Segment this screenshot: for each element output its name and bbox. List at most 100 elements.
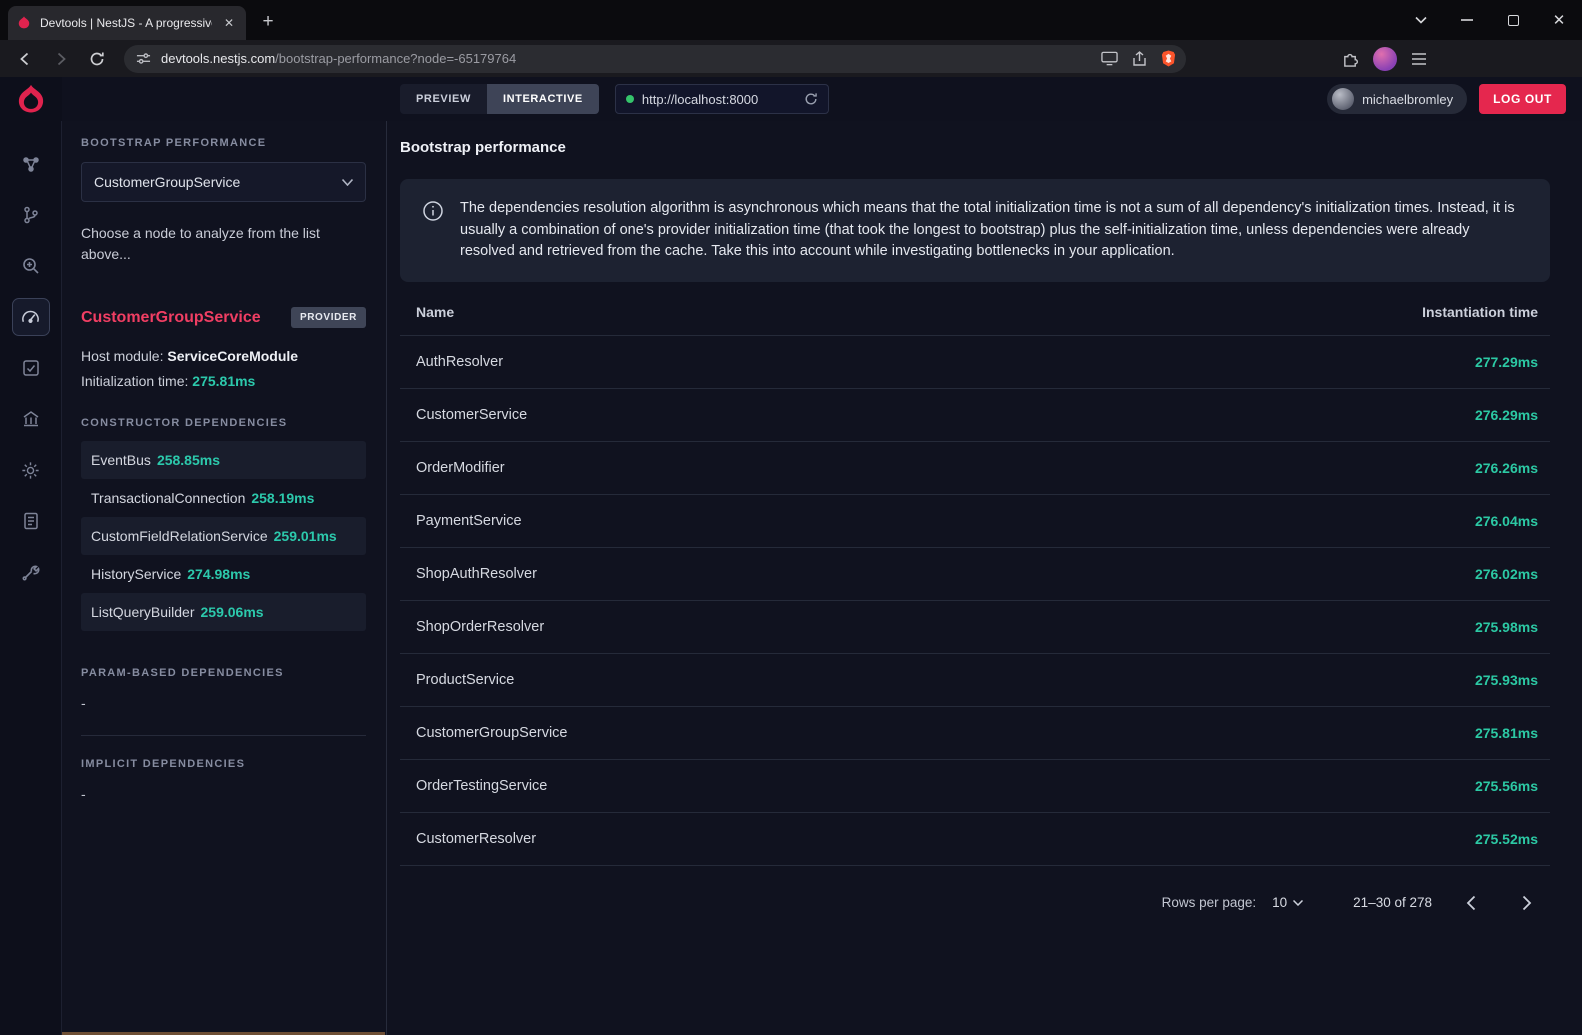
gauge-icon[interactable] [12,298,50,336]
user-avatar [1332,88,1354,110]
close-window-button[interactable]: ✕ [1536,0,1582,40]
browser-window: Devtools | NestJS - A progressive ✕ + ✕ [0,0,1582,1035]
row-name: CustomerGroupService [416,725,568,741]
minimize-button[interactable] [1444,0,1490,40]
previous-page-icon[interactable] [1454,886,1488,920]
table-row[interactable]: ShopOrderResolver 275.98ms [400,600,1550,653]
organization-icon[interactable] [12,400,50,438]
nestjs-logo-icon[interactable] [0,77,62,121]
tab-search-icon[interactable] [1398,0,1444,40]
row-instantiation-time: 276.29ms [1475,407,1538,423]
row-name: ShopAuthResolver [416,566,537,582]
graph-icon[interactable] [12,145,50,183]
table-row[interactable]: CustomerResolver275.52ms [400,812,1550,865]
row-instantiation-time: 275.98ms [1475,619,1538,635]
table-row[interactable]: OrderTestingService275.56ms [400,759,1550,812]
row-name: ShopOrderResolver [416,619,544,635]
reload-icon[interactable] [82,44,112,74]
user-pill[interactable]: michaelbromley [1327,84,1467,114]
table-row[interactable]: PaymentService276.04ms [400,494,1550,547]
column-instantiation-time: Instantiation time [1422,304,1538,320]
panel-title: BOOTSTRAP PERFORMANCE [81,137,366,149]
dependency-item[interactable]: HistoryService274.98ms [81,555,366,593]
chevron-down-icon [1293,900,1303,906]
dependency-time: 259.06ms [201,604,264,620]
target-url-value: http://localhost:8000 [642,92,796,107]
node-hint: Choose a node to analyze from the list a… [81,223,331,265]
preview-tab[interactable]: PREVIEW [400,84,487,114]
rows-per-page-select[interactable]: 10 [1272,895,1303,910]
info-box: The dependencies resolution algorithm is… [400,179,1550,282]
icon-rail [0,121,62,1035]
table-row[interactable]: CustomerGroupService 275.81ms [400,706,1550,759]
dependency-time: 258.19ms [251,490,314,506]
table-row[interactable]: CustomerService 276.29ms [400,388,1550,441]
param-deps-title: PARAM-BASED DEPENDENCIES [81,667,366,679]
row-instantiation-time: 275.81ms [1475,725,1538,741]
target-url-input[interactable]: http://localhost:8000 [615,84,829,114]
tools-icon[interactable] [12,553,50,591]
param-deps-empty: - [81,695,366,711]
browser-tab[interactable]: Devtools | NestJS - A progressive ✕ [8,6,246,40]
brave-shield-icon[interactable] [1161,50,1176,67]
table-row[interactable]: OrderModifier276.26ms [400,441,1550,494]
docs-icon[interactable] [12,502,50,540]
extensions-icon[interactable] [1342,50,1359,67]
host-module-value: ServiceCoreModule [167,348,298,364]
info-icon [422,200,444,222]
page-title: Bootstrap performance [400,139,1550,156]
dependency-item[interactable]: CustomFieldRelationService259.01ms [81,517,366,555]
site-settings-icon[interactable] [136,51,151,66]
dependency-item[interactable]: TransactionalConnection 258.19ms [81,479,366,517]
main-content: Bootstrap performance The dependencies r… [387,121,1582,1035]
init-time-line: Initialization time: 275.81ms [81,373,366,389]
next-page-icon[interactable] [1510,886,1544,920]
table-row[interactable]: ShopAuthResolver276.02ms [400,547,1550,600]
row-instantiation-time: 276.04ms [1475,513,1538,529]
tab-strip: Devtools | NestJS - A progressive ✕ + ✕ [0,0,1582,40]
connection-status-dot [626,95,634,103]
browser-profile-avatar[interactable] [1373,47,1397,71]
row-instantiation-time: 276.26ms [1475,460,1538,476]
dependency-name: TransactionalConnection [91,490,245,506]
share-icon[interactable] [1132,51,1147,67]
target-refresh-icon[interactable] [804,92,818,106]
implicit-deps-title: IMPLICIT DEPENDENCIES [81,758,366,770]
selected-node-header: CustomerGroupService PROVIDER [81,307,366,328]
chevron-down-icon [342,179,353,186]
urlbar-right-icons [1101,50,1176,67]
row-name: CustomerService [416,407,527,423]
info-text: The dependencies resolution algorithm is… [460,198,1528,263]
menu-icon[interactable] [1411,52,1427,66]
logout-button[interactable]: LOG OUT [1479,84,1566,114]
tab-close-icon[interactable]: ✕ [220,14,238,32]
dependency-name: EventBus [91,452,151,468]
row-instantiation-time: 275.56ms [1475,778,1538,794]
checklist-icon[interactable] [12,349,50,387]
table-row[interactable]: ProductService275.93ms [400,653,1550,706]
url-path: /bootstrap-performance?node=-65179764 [275,51,516,66]
dependency-name: ListQueryBuilder [91,604,195,620]
dependency-item[interactable]: ListQueryBuilder 259.06ms [81,593,366,631]
forward-icon[interactable] [46,44,76,74]
interactive-tab[interactable]: INTERACTIVE [487,84,599,114]
pagination: Rows per page: 10 21–30 of 278 [400,866,1550,920]
toolbar-right [1342,47,1433,71]
new-tab-button[interactable]: + [254,9,282,37]
git-branch-icon[interactable] [12,196,50,234]
tab-title: Devtools | NestJS - A progressive [40,16,212,30]
maximize-button[interactable] [1490,0,1536,40]
node-select[interactable]: CustomerGroupService [81,162,366,202]
media-device-icon[interactable] [1101,51,1118,66]
url-bar[interactable]: devtools.nestjs.com/bootstrap-performanc… [124,45,1186,73]
gear-icon[interactable] [12,451,50,489]
node-select-value: CustomerGroupService [94,174,240,190]
rows-per-page-value: 10 [1272,895,1287,910]
url-text[interactable]: devtools.nestjs.com/bootstrap-performanc… [161,51,1091,66]
inspect-icon[interactable] [12,247,50,285]
bootstrap-panel: BOOTSTRAP PERFORMANCE CustomerGroupServi… [62,121,387,1035]
back-icon[interactable] [10,44,40,74]
table-row[interactable]: AuthResolver277.29ms [400,335,1550,388]
dependency-time: 274.98ms [187,566,250,582]
dependency-item[interactable]: EventBus258.85ms [81,441,366,479]
